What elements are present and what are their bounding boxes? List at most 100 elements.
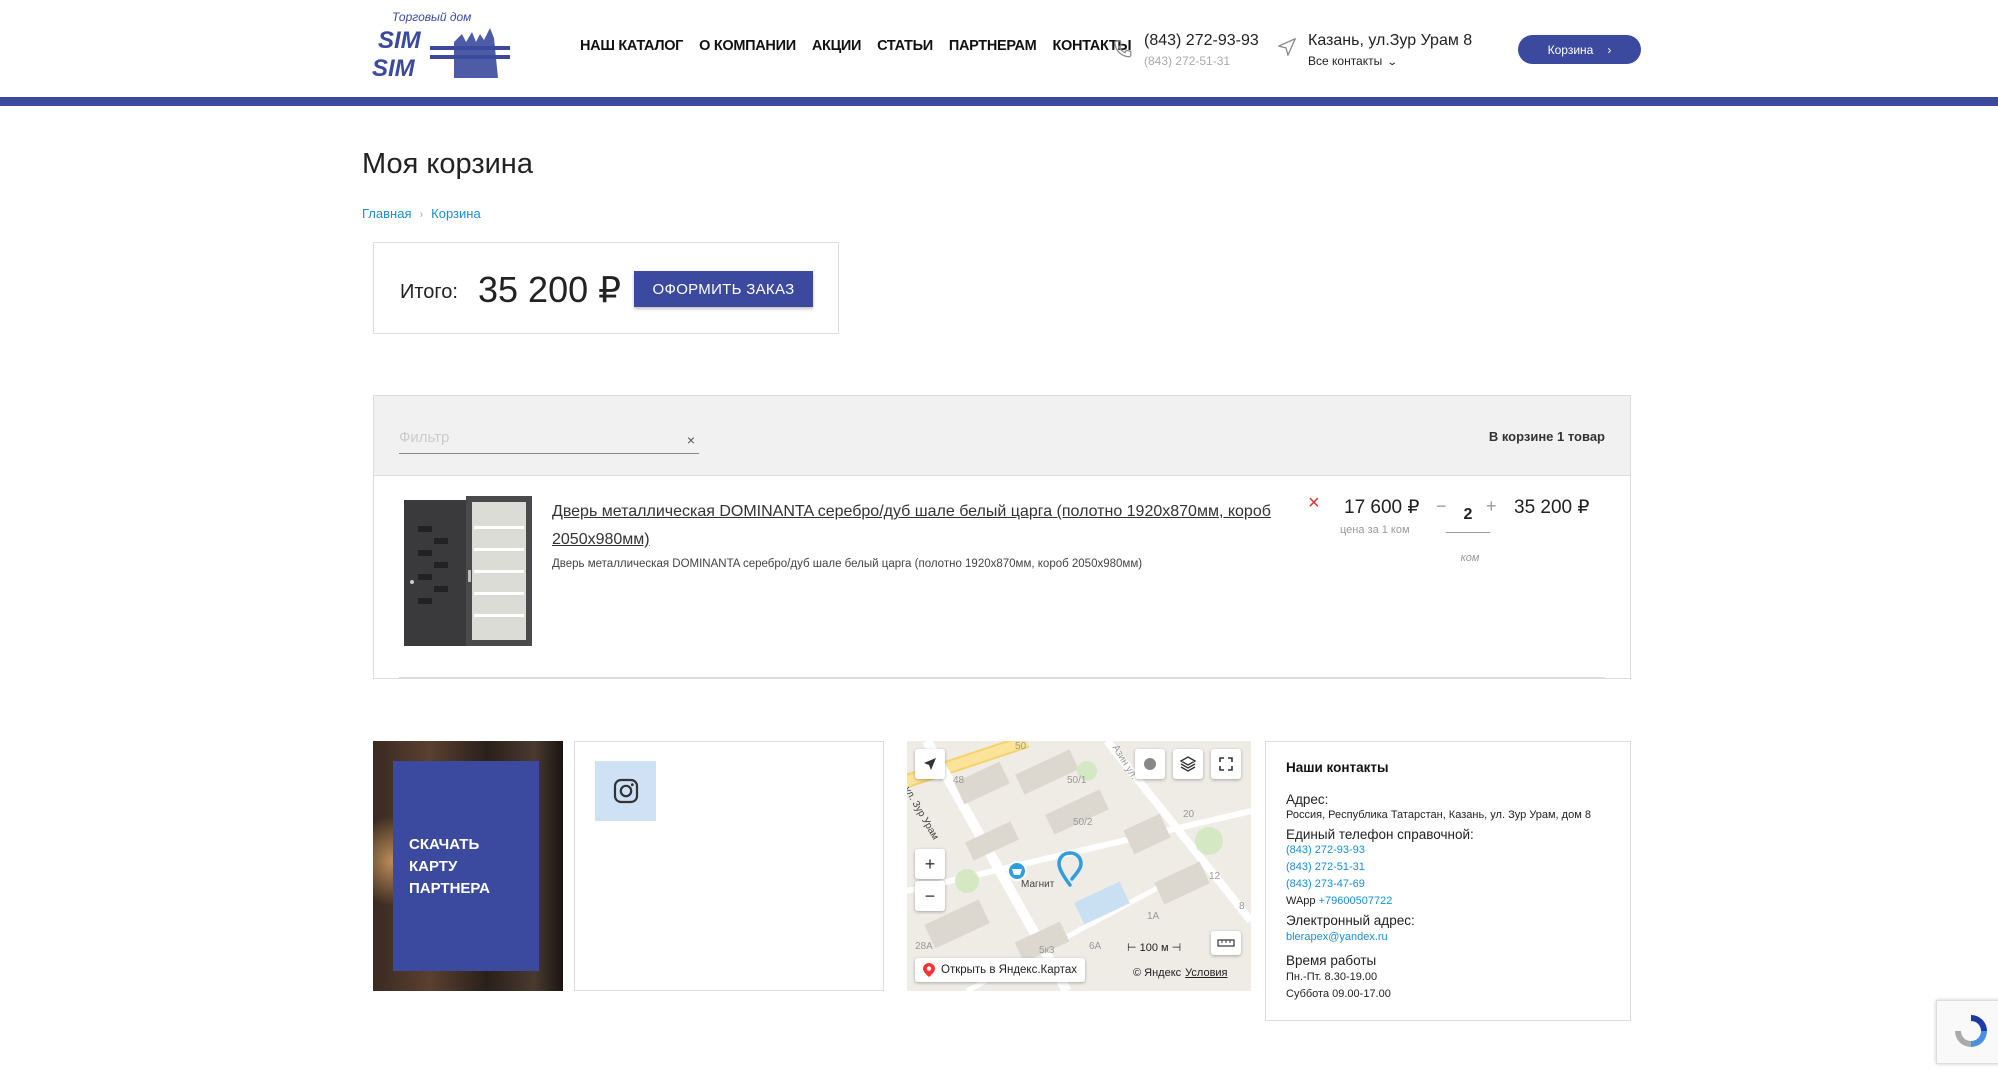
map-label-5k3: 5к3 xyxy=(1039,945,1055,956)
expand-icon xyxy=(1219,757,1233,771)
nav-promotions[interactable]: АКЦИИ xyxy=(812,38,862,54)
breadcrumb: Главная › Корзина xyxy=(362,206,481,221)
svg-text:SIM: SIM xyxy=(378,27,422,54)
wapp-link[interactable]: +79600507722 xyxy=(1319,895,1393,907)
email-label: Электронный адрес: xyxy=(1286,913,1415,928)
open-in-yandex-maps-label: Открыть в Яндекс.Картах xyxy=(941,964,1078,976)
cart-button-label: Корзина xyxy=(1547,42,1594,57)
total-label: Итого: xyxy=(400,281,458,303)
breadcrumb-home[interactable]: Главная xyxy=(362,206,411,221)
nav-about[interactable]: О КОМПАНИИ xyxy=(699,38,796,54)
phone-secondary[interactable]: (843) 272-51-31 xyxy=(1144,54,1230,68)
total-value: 35 200 ₽ xyxy=(478,269,622,310)
checkout-button[interactable]: ОФОРМИТЬ ЗАКАЗ xyxy=(634,271,813,307)
page-title: Моя корзина xyxy=(362,148,533,180)
minus-icon: − xyxy=(924,885,936,906)
map-scale-value: 100 м xyxy=(1139,942,1169,954)
filter-input[interactable] xyxy=(399,424,669,450)
map-copyright: © Яндекс Условия xyxy=(1133,967,1228,979)
download-partner-card-label: СКАЧАТЬ КАРТУ ПАРТНЕРА xyxy=(409,836,490,897)
logo-tagline: Торговый дом xyxy=(392,10,472,24)
breadcrumb-cart[interactable]: Корзина xyxy=(431,206,481,221)
contact-phone-2[interactable]: (843) 272-51-31 xyxy=(1286,861,1365,873)
filter-field: × xyxy=(399,424,699,454)
cart-button[interactable]: Корзина › xyxy=(1518,35,1641,64)
address-value: Россия, Республика Татарстан, Казань, ул… xyxy=(1286,809,1591,821)
map-label-1a: 1А xyxy=(1147,911,1160,922)
map-label-8: 8 xyxy=(1239,901,1245,912)
nav-articles[interactable]: СТАТЬИ xyxy=(877,38,933,54)
cart-count: В корзине 1 товар xyxy=(1488,429,1605,444)
zoom-in-button[interactable]: + xyxy=(915,849,945,879)
all-contacts-dropdown[interactable]: Все контакты ⌄ xyxy=(1308,54,1399,68)
navigation-arrow-icon xyxy=(924,758,936,770)
order-total-box: Итого: 35 200 ₽ ОФОРМИТЬ ЗАКАЗ xyxy=(373,242,839,334)
remove-item-icon[interactable]: × xyxy=(1308,492,1320,515)
map-label-50-2: 50/2 xyxy=(1073,817,1093,828)
phone-main[interactable]: (843) 272-93-93 xyxy=(1144,32,1259,50)
ruler-icon xyxy=(1217,939,1235,947)
geolocation-button[interactable] xyxy=(915,749,945,779)
recaptcha-badge[interactable] xyxy=(1936,1000,1998,1064)
map-label-28a: 28А xyxy=(915,941,933,952)
quantity-unit: ком xyxy=(1460,552,1480,564)
chevron-right-icon: › xyxy=(1607,42,1612,57)
layers-icon xyxy=(1179,756,1197,772)
map-label-6a: 6А xyxy=(1089,941,1102,952)
ruler-button[interactable] xyxy=(1211,931,1241,955)
open-in-yandex-maps-button[interactable]: Открыть в Яндекс.Картах xyxy=(915,958,1086,982)
line-total: 35 200 ₽ xyxy=(1514,497,1590,518)
instagram-widget xyxy=(574,741,884,991)
nav-partners[interactable]: ПАРТНЕРАМ xyxy=(949,38,1037,54)
wapp-row: WApp +79600507722 xyxy=(1286,895,1392,907)
chevron-down-icon: ⌄ xyxy=(1386,57,1399,68)
phone-label: Единый телефон справочной: xyxy=(1286,827,1474,842)
hours-saturday: Суббота 09.00-17.00 xyxy=(1286,988,1391,1000)
increase-quantity-button[interactable]: + xyxy=(1486,496,1497,517)
location-pin-icon[interactable] xyxy=(1057,851,1083,889)
map-label-12: 12 xyxy=(1209,871,1221,882)
traffic-icon xyxy=(1144,758,1156,770)
contact-phone-1[interactable]: (843) 272-93-93 xyxy=(1286,844,1365,856)
unit-price: 17 600 ₽ xyxy=(1344,497,1420,518)
product-name-link[interactable]: Дверь металлическая DOMINANTA серебро/ду… xyxy=(552,498,1272,554)
product-description: Дверь металлическая DOMINANTA серебро/ду… xyxy=(552,558,1143,570)
breadcrumb-separator-icon: › xyxy=(419,209,424,221)
address-label: Адрес: xyxy=(1286,792,1329,807)
all-contacts-label: Все контакты xyxy=(1308,54,1383,68)
svg-text:SIM: SIM xyxy=(372,55,416,82)
partner-card-banner[interactable]: СКАЧАТЬ КАРТУ ПАРТНЕРА xyxy=(373,741,563,991)
door-product-image[interactable] xyxy=(404,496,532,648)
fullscreen-button[interactable] xyxy=(1211,749,1241,779)
instagram-button[interactable] xyxy=(595,761,656,821)
zoom-out-button[interactable]: − xyxy=(915,881,945,911)
layers-button[interactable] xyxy=(1173,749,1203,779)
instagram-icon xyxy=(613,778,638,804)
contact-phone-3[interactable]: (843) 273-47-69 xyxy=(1286,878,1365,890)
traffic-button[interactable] xyxy=(1135,749,1165,779)
plus-icon: + xyxy=(924,853,936,874)
logo[interactable]: Торговый дом SIM SIM xyxy=(372,10,516,82)
row-divider xyxy=(399,677,1605,678)
site-header: Торговый дом SIM SIM НАШ КАТАЛОГ О КОМПА… xyxy=(0,0,1998,106)
decrease-quantity-button[interactable]: − xyxy=(1436,496,1447,517)
email-link[interactable]: blerapex@yandex.ru xyxy=(1286,931,1388,943)
yandex-map[interactable]: Магнит ул. Зур Урам 50 48 50/1 50/2 20 1… xyxy=(907,741,1251,991)
recaptcha-icon xyxy=(1955,1015,1987,1047)
contacts-card: Наши контакты Адрес: Россия, Республика … xyxy=(1265,741,1631,1021)
cart-panel: × В корзине 1 товар Дверь металлическая … xyxy=(373,395,1631,679)
map-pin-icon xyxy=(923,963,935,977)
phone-icon xyxy=(1114,40,1132,58)
nav-catalog[interactable]: НАШ КАТАЛОГ xyxy=(580,38,683,54)
location-arrow-icon xyxy=(1278,38,1296,56)
contacts-title: Наши контакты xyxy=(1286,760,1389,775)
map-terms-link[interactable]: Условия xyxy=(1185,967,1227,979)
wapp-label: WApp xyxy=(1286,895,1316,907)
map-label-48: 48 xyxy=(953,775,965,786)
map-copyright-text: © Яндекс xyxy=(1133,967,1182,979)
unit-price-note: цена за 1 ком xyxy=(1340,524,1410,536)
map-scale: ⊢ 100 м ⊣ xyxy=(1127,942,1182,954)
map-label-50: 50 xyxy=(1015,741,1027,752)
clear-filter-icon[interactable]: × xyxy=(687,432,695,448)
quantity-input[interactable]: 2 xyxy=(1446,506,1490,533)
